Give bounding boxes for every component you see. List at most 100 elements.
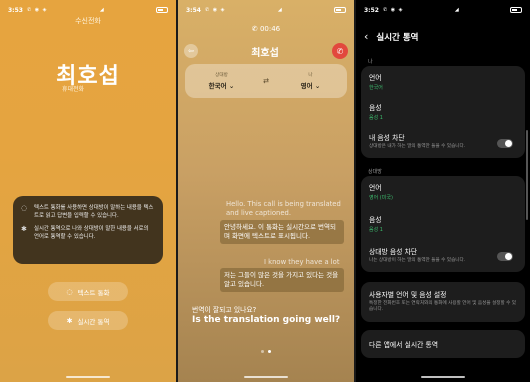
home-indicator[interactable] xyxy=(421,376,465,378)
caller-name: 최호섭 xyxy=(56,64,120,89)
other-party-label: 상대방 xyxy=(215,73,228,78)
live-translate-button[interactable]: ✱ 실시간 통역 xyxy=(48,311,128,330)
other-language-value: 한국어 xyxy=(208,82,227,90)
chat-bubble-icon: ◌ xyxy=(66,287,73,296)
page-dot xyxy=(261,350,264,353)
other-settings-card: 언어 영어 (미국) 음성 음성 1 상대방 음성 차단 나는 상대방이 하는 … xyxy=(361,176,525,272)
per-user-settings-row: 사용자별 언어 및 음성 설정 특정한 전화번호 또는 연락처와의 통화에 사용… xyxy=(369,289,517,313)
my-language-selector[interactable]: 나 영어 ⌄ xyxy=(274,72,347,90)
signal-icon: ◢ xyxy=(454,7,459,13)
other-mute-row: 상대방 음성 차단 나는 상대방이 하는 말의 통역만 들을 수 있습니다. xyxy=(369,246,491,264)
call-timer-value: 00:46 xyxy=(259,25,281,33)
hang-up-icon: ✆ xyxy=(336,46,344,56)
phone-icon: ✆ xyxy=(251,25,260,33)
exit-translate-button[interactable]: ⇦ xyxy=(184,44,198,58)
me-label: 나 xyxy=(308,73,313,78)
info-text-call: 텍스트 통화를 사용하면 상대방이 말하는 내용을 텍스트로 읽고 답변을 입력… xyxy=(34,205,154,219)
me-language-label: 언어 xyxy=(369,74,382,82)
other-language-row[interactable]: 언어 영어 (미국) xyxy=(369,182,517,201)
signal-icon: ◢ xyxy=(99,7,104,13)
section-me-label: 나 xyxy=(368,59,373,65)
home-indicator[interactable] xyxy=(66,376,110,378)
info-live-translate: 실시간 통역으로 나와 상대방이 말한 내용을 서로의 언어로 통역할 수 있습… xyxy=(34,226,149,240)
info-row-live-translate: ✱ 실시간 통역으로 나와 상대방이 말한 내용을 서로의 언어로 통역할 수 … xyxy=(21,225,155,241)
battery-icon xyxy=(334,7,346,13)
status-icons: ✆ ◉ ◈ xyxy=(382,7,404,13)
caller-type: 휴대전화 xyxy=(62,86,85,93)
status-time: 3:53 xyxy=(8,6,23,14)
status-bar: 3:53 ✆ ◉ ◈ ◢ xyxy=(8,5,168,15)
page-dot-active xyxy=(268,350,271,353)
incoming-call-label: 수신전화 xyxy=(75,17,101,25)
per-user-settings-label: 사용자별 언어 및 음성 설정 xyxy=(369,291,447,299)
other-apps-label: 다른 앱에서 실시간 통역 xyxy=(369,341,439,349)
settings-header: ‹ 실시간 통역 xyxy=(364,30,522,43)
exit-icon: ⇦ xyxy=(188,47,194,55)
language-selector-card: 상대방 한국어 ⌄ ⇄ 나 영어 ⌄ xyxy=(185,64,347,98)
me-mute-label: 내 음성 차단 xyxy=(369,134,405,142)
signal-icon: ◢ xyxy=(277,7,282,13)
section-other-label: 상대방 xyxy=(368,169,382,175)
message-translated-2: 저는 그들이 많은 것을 가지고 있다는 것을 알고 있습니다. xyxy=(220,268,344,292)
per-user-settings-description: 특정한 전화번호 또는 연락처와의 통화에 사용할 언어 및 음성을 설정할 수… xyxy=(369,301,517,312)
me-voice-label: 음성 xyxy=(369,104,382,112)
me-voice-row[interactable]: 음성 음성 1 xyxy=(369,102,517,121)
end-call-button[interactable]: ✆ xyxy=(332,43,348,59)
text-call-button[interactable]: ◌ 텍스트 통화 xyxy=(48,282,128,301)
incoming-call-screen: 3:53 ✆ ◉ ◈ ◢ 수신전화 최호섭 휴대전화 ◌ 텍스트 통화를 사용하… xyxy=(0,0,176,382)
other-voice-row[interactable]: 음성 음성 1 xyxy=(369,214,517,233)
other-voice-value: 음성 1 xyxy=(369,227,383,233)
back-icon[interactable]: ‹ xyxy=(364,30,368,43)
battery-icon xyxy=(510,7,522,13)
call-bar: ⇦ 최호섭 ✆ xyxy=(184,40,348,62)
swap-icon: ⇄ xyxy=(263,77,269,85)
translate-icon: ✱ xyxy=(66,316,73,325)
page-title: 실시간 통역 xyxy=(376,32,419,43)
per-user-settings-card[interactable]: 사용자별 언어 및 음성 설정 특정한 전화번호 또는 연락처와의 통화에 사용… xyxy=(361,282,525,322)
translate-icon: ✱ xyxy=(21,225,27,233)
other-apps-row: 다른 앱에서 실시간 통역 xyxy=(369,339,517,349)
page-indicator xyxy=(178,350,354,353)
me-language-row[interactable]: 언어 한국어 xyxy=(369,72,517,91)
call-features-info-card: ◌ 텍스트 통화를 사용하면 상대방이 말하는 내용을 텍스트로 읽고 답변을 … xyxy=(13,196,163,264)
chevron-down-icon: ⌄ xyxy=(314,82,321,90)
me-mute-toggle[interactable] xyxy=(497,139,513,148)
status-bar: 3:52 ✆ ◉ ◈ ◢ xyxy=(364,5,522,15)
other-apps-card[interactable]: 다른 앱에서 실시간 통역 xyxy=(361,330,525,358)
status-icons: ✆ ◉ ◈ xyxy=(26,7,48,13)
status-icons: ✆ ◉ ◈ xyxy=(204,7,226,13)
me-voice-value: 음성 1 xyxy=(369,115,383,121)
me-settings-card: 언어 한국어 음성 음성 1 내 음성 차단 상대방은 내가 하는 말의 통역만… xyxy=(361,66,525,158)
live-translate-label: 실시간 통역 xyxy=(77,317,110,326)
me-mute-row: 내 음성 차단 상대방은 내가 하는 말의 통역만 들을 수 있습니다. xyxy=(369,132,491,150)
status-time: 3:52 xyxy=(364,6,379,14)
message-original-1: Hello. This call is being translated and… xyxy=(226,200,341,217)
info-row-text-call: ◌ 텍스트 통화를 사용하면 상대방이 말하는 내용을 텍스트로 읽고 답변을 … xyxy=(21,204,155,220)
message-original-3: 번역이 잘되고 있나요? xyxy=(192,306,257,314)
status-time: 3:54 xyxy=(186,6,201,14)
live-translate-settings-screen: 3:52 ✆ ◉ ◈ ◢ ‹ 실시간 통역 나 언어 한국어 음성 음성 1 내… xyxy=(356,0,530,382)
other-mute-toggle[interactable] xyxy=(497,252,513,261)
chat-bubble-icon: ◌ xyxy=(21,204,28,212)
chevron-down-icon: ⌄ xyxy=(228,82,235,90)
message-translated-1: 안녕하세요. 이 통화는 실시간으로 번역되며 화면에 텍스트로 표시됩니다. xyxy=(220,220,344,244)
other-mute-label: 상대방 음성 차단 xyxy=(369,248,418,256)
other-mute-description: 나는 상대방이 하는 말의 통역만 들을 수 있습니다. xyxy=(369,258,466,263)
call-timer: ✆ 00:46 xyxy=(178,25,354,33)
text-call-label: 텍스트 통화 xyxy=(77,288,110,297)
scrollbar[interactable] xyxy=(526,130,528,220)
other-language-label: 언어 xyxy=(369,184,382,192)
other-language-value: 영어 (미국) xyxy=(369,195,393,201)
battery-icon xyxy=(156,7,168,13)
my-language-value: 영어 xyxy=(300,82,313,90)
live-translate-call-screen: 3:54 ✆ ◉ ◈ ◢ ✆ 00:46 ⇦ 최호섭 ✆ 상대방 한국어 ⌄ ⇄… xyxy=(178,0,354,382)
message-original-2: I know they have a lot xyxy=(264,258,340,266)
message-translated-3: Is the translation going well? xyxy=(192,315,341,325)
home-indicator[interactable] xyxy=(244,376,288,378)
other-language-selector[interactable]: 상대방 한국어 ⌄ xyxy=(185,72,258,90)
status-bar: 3:54 ✆ ◉ ◈ ◢ xyxy=(186,5,346,15)
me-mute-description: 상대방은 내가 하는 말의 통역만 들을 수 있습니다. xyxy=(369,144,466,149)
caller-name: 최호섭 xyxy=(251,47,279,59)
me-language-value: 한국어 xyxy=(369,85,383,91)
other-voice-label: 음성 xyxy=(369,216,382,224)
